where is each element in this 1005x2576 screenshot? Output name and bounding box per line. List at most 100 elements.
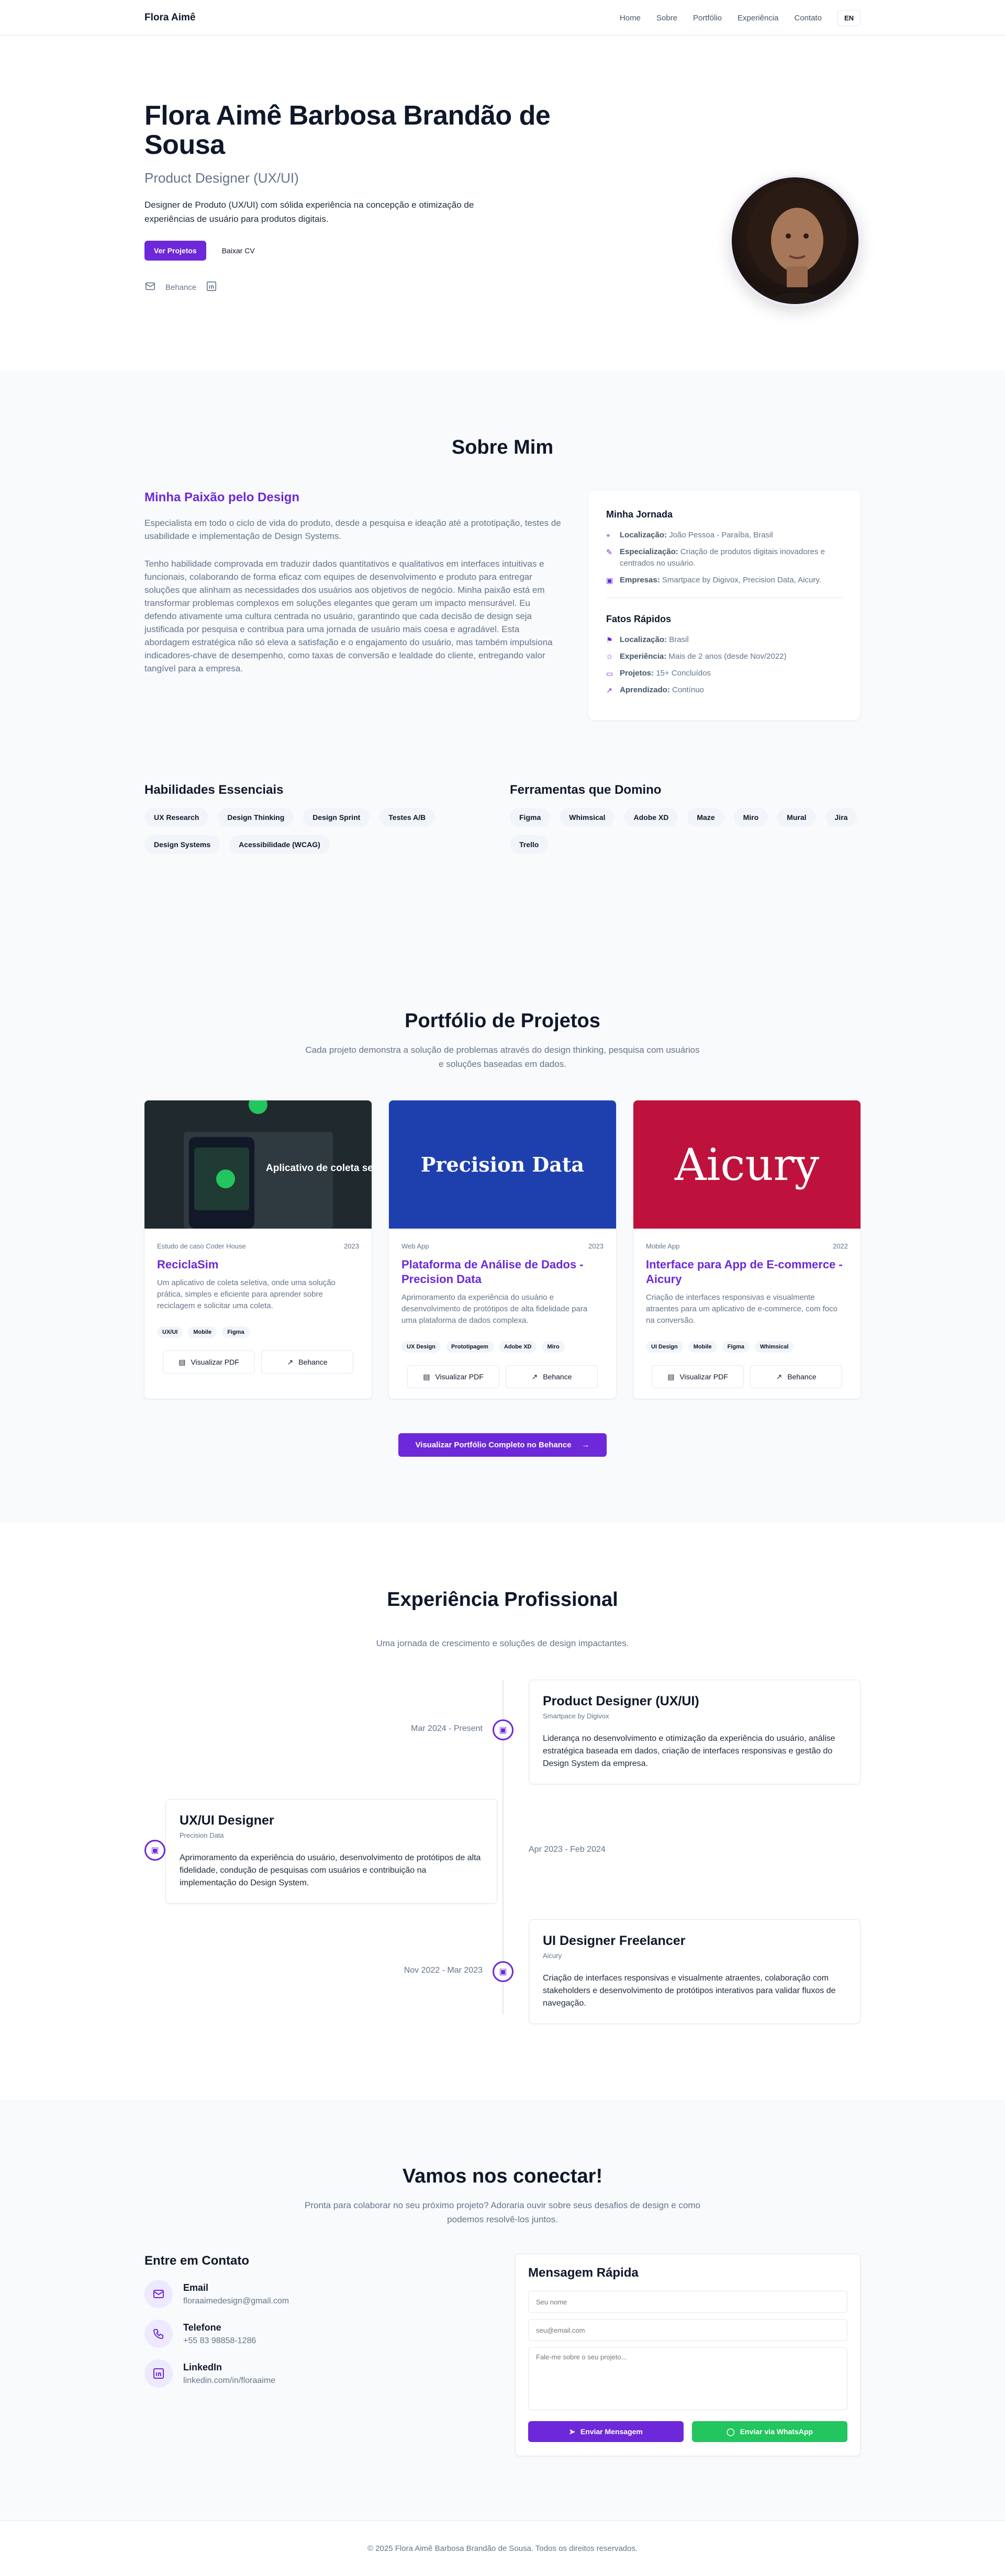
contact-phone[interactable]: Telefone +55 83 98858-1286: [144, 2320, 479, 2348]
contact-value[interactable]: linkedin.com/in/floraaime: [183, 2376, 275, 2386]
view-pdf-button[interactable]: ▤ Visualizar PDF: [163, 1351, 255, 1374]
send-message-button[interactable]: ➤ Enviar Mensagem: [528, 2421, 684, 2442]
journey-value: Smartpace by Digivox, Precision Data, Ai…: [662, 576, 821, 584]
project-title[interactable]: ReciclaSim: [157, 1257, 359, 1272]
behance-button[interactable]: ↗ Behance: [261, 1351, 353, 1374]
mail-icon[interactable]: [144, 280, 156, 294]
skill-chip: UX Research: [144, 808, 209, 827]
fact-item: ↗ Aprendizado: Contínuo: [606, 684, 843, 696]
project-year: 2022: [833, 1242, 848, 1250]
experience-item: UI Designer Freelancer Aicury Criação de…: [529, 1919, 861, 2024]
language-toggle-button[interactable]: EN: [837, 9, 861, 26]
tool-chip: Trello: [510, 835, 549, 854]
contact-label: Email: [183, 2282, 209, 2293]
journey-item: ⌖ Localização: João Pessoa - Paraíba, Br…: [606, 530, 843, 541]
fact-item: ▭ Projetos: 15+ Concluídos: [606, 668, 843, 679]
portfolio-title: Portfólio de Projetos: [405, 1010, 600, 1032]
project-tag: Miro: [542, 1341, 565, 1353]
contact-value[interactable]: floraaimedesign@gmail.com: [183, 2297, 289, 2306]
briefcase-icon: ▣: [493, 1961, 513, 1982]
skill-chip: Design Thinking: [218, 808, 294, 827]
brand-logo[interactable]: Flora Aimê: [144, 12, 196, 24]
behance-label: Behance: [298, 1358, 328, 1366]
project-card[interactable]: Precision Data Web App 2023 Plataforma d…: [389, 1100, 616, 1399]
experience-item: UX/UI Designer Precision Data Aprimorame…: [165, 1799, 497, 1904]
experience-date: Mar 2024 - Present: [411, 1724, 483, 1733]
linkedin-icon[interactable]: [206, 280, 217, 294]
view-full-portfolio-button[interactable]: Visualizar Portfólio Completo no Behance…: [398, 1433, 607, 1457]
fact-label: Projetos:: [620, 669, 654, 678]
project-description: Criação de interfaces responsivas e visu…: [646, 1293, 838, 1325]
hero-socials: Behance: [144, 280, 553, 294]
project-tag: Whimsical: [754, 1341, 794, 1353]
experience-description: Aprimoramento da experiência do usuário,…: [180, 1853, 481, 1887]
contact-title: Vamos nos conectar!: [402, 2165, 603, 2187]
brush-icon: ✎: [606, 548, 612, 556]
about-title: Sobre Mim: [451, 436, 554, 458]
view-pdf-label: Visualizar PDF: [191, 1358, 239, 1366]
quick-message-form: Mensagem Rápida ➤ Enviar Mensagem ◯ Envi…: [515, 2254, 861, 2456]
message-textarea[interactable]: [528, 2347, 847, 2410]
project-description: Aprimoramento da experiência do usuário …: [401, 1293, 588, 1325]
phone-icon: [144, 2320, 173, 2348]
contact-value[interactable]: +55 83 98858-1286: [183, 2336, 256, 2346]
download-cv-button[interactable]: Baixar CV: [212, 241, 264, 261]
contact-section: Vamos nos conectar! Pronta para colabora…: [0, 2099, 1005, 2521]
view-pdf-button[interactable]: ▤ Visualizar PDF: [407, 1365, 499, 1388]
briefcase-icon: ▣: [606, 576, 613, 584]
skill-chip: Design Systems: [144, 835, 220, 854]
nav-link-experiencia[interactable]: Experiência: [738, 14, 778, 23]
send-message-label: Enviar Mensagem: [580, 2427, 643, 2436]
email-input[interactable]: [528, 2319, 847, 2341]
view-projects-button[interactable]: Ver Projetos: [144, 241, 206, 261]
profile-photo: [730, 175, 861, 306]
project-title[interactable]: Interface para App de E-commerce - Aicur…: [646, 1257, 848, 1287]
nav-links: Home Sobre Portfólio Experiência Contato…: [620, 9, 861, 26]
arrow-right-icon: →: [582, 1441, 590, 1449]
project-card[interactable]: Aplicativo de coleta seletiva Estudo de …: [144, 1100, 372, 1399]
behance-button[interactable]: ↗ Behance: [750, 1365, 842, 1388]
skills-column: Habilidades Essenciais UX Research Desig…: [144, 783, 495, 854]
experience-section: Experiência Profissional Uma jornada de …: [0, 1523, 1005, 2099]
experience-company: Smartpace by Digivox: [543, 1712, 609, 1720]
nav-link-home[interactable]: Home: [620, 14, 641, 23]
tools-title: Ferramentas que Domino: [510, 783, 662, 797]
contact-linkedin[interactable]: LinkedIn linkedin.com/in/floraaime: [144, 2359, 479, 2388]
hero-description: Designer de Produto (UX/UI) com sólida e…: [144, 200, 474, 224]
view-pdf-label: Visualizar PDF: [435, 1373, 484, 1381]
project-card[interactable]: Aicury Mobile App 2022 Interface para Ap…: [633, 1100, 861, 1399]
journey-label: Especialização:: [620, 547, 678, 556]
project-title[interactable]: Plataforma de Análise de Dados - Precisi…: [401, 1257, 604, 1287]
whatsapp-button[interactable]: ◯ Enviar via WhatsApp: [692, 2421, 847, 2442]
view-pdf-button[interactable]: ▤ Visualizar PDF: [652, 1365, 744, 1388]
experience-title: Experiência Profissional: [387, 1589, 618, 1611]
external-link-icon: ↗: [287, 1357, 294, 1366]
behance-link[interactable]: Behance: [165, 283, 196, 292]
nav-link-sobre[interactable]: Sobre: [656, 14, 677, 23]
nav-link-contato[interactable]: Contato: [794, 14, 822, 23]
fact-value: 15+ Concluídos: [656, 669, 711, 678]
project-tag: UX Design: [401, 1341, 441, 1353]
nav-link-portfolio[interactable]: Portfólio: [693, 14, 722, 23]
project-tag: Figma: [222, 1326, 250, 1338]
document-icon: ▤: [178, 1357, 186, 1366]
document-icon: ▤: [423, 1372, 430, 1381]
name-input[interactable]: [528, 2291, 847, 2313]
tools-column: Ferramentas que Domino Figma Whimsical A…: [510, 783, 861, 854]
skill-chip: Design Sprint: [303, 808, 370, 827]
experience-item: Product Designer (UX/UI) Smartpace by Di…: [529, 1680, 861, 1784]
folder-icon: ▭: [606, 669, 613, 678]
fact-label: Aprendizado:: [620, 685, 670, 694]
experience-company: Aicury: [543, 1952, 562, 1960]
contact-email[interactable]: Email floraaimedesign@gmail.com: [144, 2280, 479, 2308]
experience-role: UI Designer Freelancer: [543, 1933, 686, 1948]
experience-company: Precision Data: [180, 1831, 224, 1839]
journey-item: ✎ Especialização: Criação de produtos di…: [606, 546, 843, 569]
skill-chip: Acessibilidade (WCAG): [229, 835, 330, 854]
fact-item: ☆ Experiência: Mais de 2 anos (desde Nov…: [606, 651, 843, 662]
behance-button[interactable]: ↗ Behance: [506, 1365, 598, 1388]
project-description: Um aplicativo de coleta seletiva, onde u…: [157, 1278, 336, 1310]
experience-description: Liderança no desenvolvimento e otimizaçã…: [543, 1734, 835, 1768]
footer: © 2025 Flora Aimê Barbosa Brandão de Sou…: [0, 2521, 1005, 2576]
project-category: Mobile App: [646, 1242, 680, 1250]
